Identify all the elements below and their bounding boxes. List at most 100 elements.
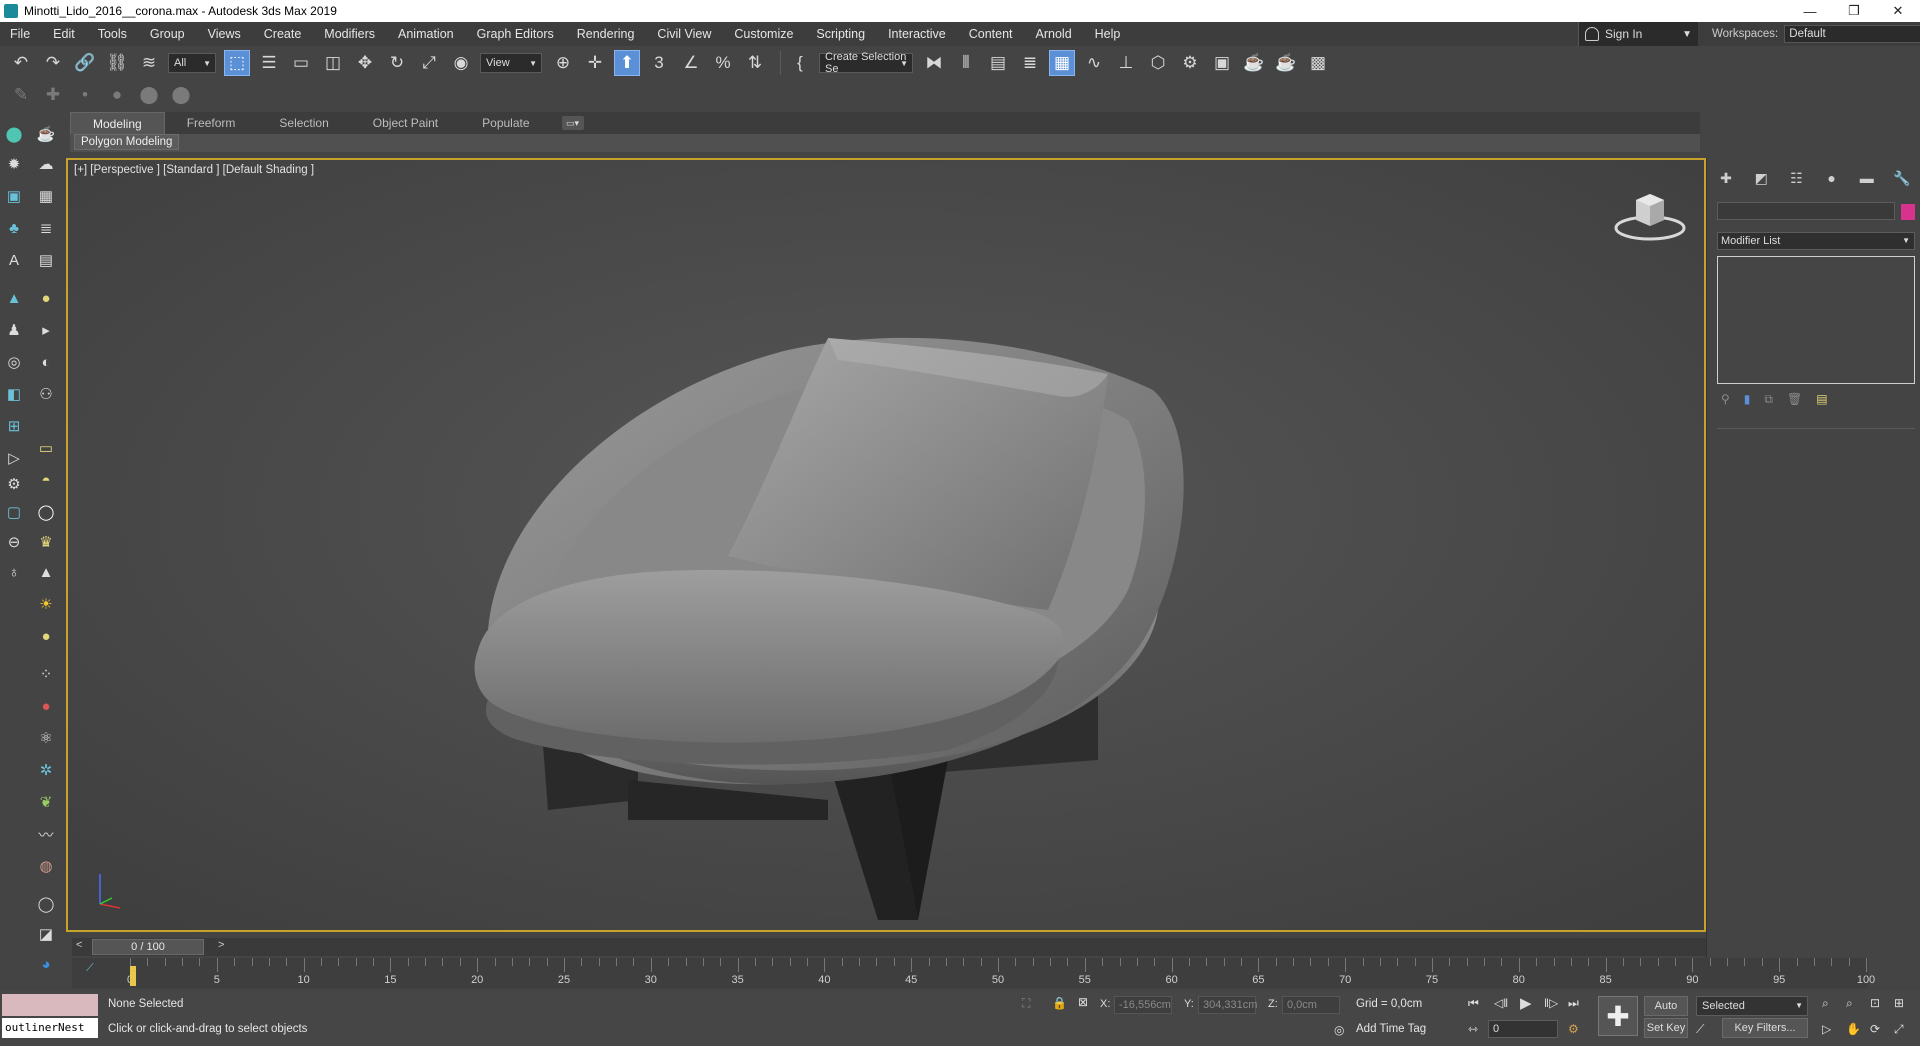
dome-icon[interactable]: ◓	[34, 468, 58, 492]
sphere-light-icon[interactable]: ◯	[34, 500, 58, 524]
menu-modifiers[interactable]: Modifiers	[314, 27, 388, 41]
sign-in-button[interactable]: Sign In ▼	[1578, 22, 1698, 46]
object-color-swatch[interactable]	[1901, 204, 1915, 220]
add-time-tag[interactable]: Add Time Tag	[1356, 1023, 1426, 1035]
current-frame-marker[interactable]	[130, 966, 136, 986]
menu-rendering[interactable]: Rendering	[567, 27, 648, 41]
key-filters-button[interactable]: Key Filters...	[1722, 1018, 1808, 1038]
list-icon[interactable]: ≣	[34, 216, 58, 240]
select-manipulate-icon[interactable]: ✛	[582, 50, 608, 76]
disc-icon[interactable]: ⊖	[2, 530, 26, 554]
menu-scripting[interactable]: Scripting	[806, 27, 878, 41]
viewcube-icon[interactable]	[1610, 186, 1690, 246]
menu-tools[interactable]: Tools	[88, 27, 140, 41]
key-mode-icon[interactable]: ⇿	[1468, 1022, 1478, 1036]
bind-spacewarp-icon[interactable]: ≋	[136, 50, 162, 76]
hair-icon[interactable]: 〰	[34, 822, 58, 846]
menu-interactive[interactable]: Interactive	[878, 27, 959, 41]
pin-stack-icon[interactable]: ⚲	[1721, 392, 1730, 410]
minimize-button[interactable]: —	[1788, 0, 1832, 22]
time-slider-next[interactable]: >	[218, 939, 224, 951]
rotate-icon[interactable]: ↻	[384, 50, 410, 76]
utilities-tab-icon[interactable]: 🔧	[1891, 168, 1913, 188]
reference-coord-dropdown[interactable]: View ▼	[480, 53, 542, 73]
select-object-icon[interactable]: ⬚	[224, 50, 250, 76]
camera-rig-icon[interactable]: ⚙	[2, 472, 26, 496]
paint-select-icon[interactable]: ✎	[8, 82, 34, 108]
globe-icon[interactable]: ◕	[34, 952, 58, 976]
rendered-frame-window-icon[interactable]: ▣	[1209, 50, 1235, 76]
dot-medium-icon[interactable]: ●	[104, 82, 130, 108]
schematic-view-icon[interactable]: ⊥	[1113, 50, 1139, 76]
default-tangents-icon[interactable]: ⟋	[1696, 1022, 1704, 1037]
make-unique-icon[interactable]: ⧉	[1764, 392, 1773, 410]
isolate-selection-icon[interactable]: ⛶	[1022, 996, 1030, 1011]
edit-named-selection-icon[interactable]: {	[787, 50, 813, 76]
dot-small-icon[interactable]: •	[72, 82, 98, 108]
x-coordinate[interactable]: -16,556cm	[1114, 996, 1172, 1014]
particles-icon[interactable]: ●	[34, 694, 58, 718]
time-slider-thumb[interactable]: 0 / 100	[92, 939, 204, 955]
create-geometry-icon[interactable]: ⬤	[2, 122, 26, 146]
time-configuration-icon[interactable]: ⚙	[1568, 1022, 1579, 1036]
set-key-button[interactable]: Set Key	[1644, 1018, 1688, 1038]
previous-frame-icon[interactable]: ◁‖	[1494, 996, 1508, 1010]
snaps-toggle-icon[interactable]: 3	[646, 50, 672, 76]
maximize-viewport-icon[interactable]: ⤢	[1894, 1022, 1904, 1037]
move-icon[interactable]: ✥	[352, 50, 378, 76]
lock-selection-icon[interactable]: 🔒	[1052, 996, 1067, 1010]
restore-button[interactable]: ❐	[1832, 0, 1876, 22]
close-button[interactable]: ✕	[1876, 0, 1920, 22]
maxscript-input[interactable]: outlinerNest	[2, 1018, 98, 1038]
modifier-stack[interactable]	[1717, 256, 1915, 384]
render-setup-icon[interactable]: ⚙	[1177, 50, 1203, 76]
dot-xlarge-icon[interactable]: ⬤	[168, 82, 194, 108]
pivot-center-icon[interactable]: ⊕	[550, 50, 576, 76]
render-production-icon[interactable]: ☕	[1241, 50, 1267, 76]
hierarchy-tab-icon[interactable]: ☷	[1785, 168, 1807, 188]
zoom-extents-all-icon[interactable]: ⊞	[1894, 996, 1904, 1010]
align-icon[interactable]: ⫴	[953, 50, 979, 76]
set-keys-icon[interactable]: ✚	[1598, 996, 1638, 1036]
tree-icon[interactable]: ♣	[2, 216, 26, 240]
film-icon[interactable]: ⚇	[34, 382, 58, 406]
molecule-icon[interactable]: ⚛	[34, 726, 58, 750]
sun-icon[interactable]: ☀	[34, 592, 58, 616]
camera-icon[interactable]: ▣	[2, 184, 26, 208]
auto-key-button[interactable]: Auto Key	[1644, 996, 1688, 1030]
toggle-scene-explorer-icon[interactable]: ▤	[985, 50, 1011, 76]
table-icon[interactable]: ▤	[34, 248, 58, 272]
play-icon[interactable]: ▶	[1520, 994, 1532, 1012]
light-bulb-icon[interactable]: ♁	[2, 560, 26, 584]
dot-large-icon[interactable]: ⬤	[136, 82, 162, 108]
next-frame-icon[interactable]: ‖▷	[1544, 996, 1558, 1010]
projector-icon[interactable]: ▸	[34, 318, 58, 342]
angle-snap-icon[interactable]: ∠	[678, 50, 704, 76]
placement-icon[interactable]: ◉	[448, 50, 474, 76]
menu-help[interactable]: Help	[1085, 27, 1134, 41]
spotlight-icon[interactable]: ▲	[34, 560, 58, 584]
menu-arnold[interactable]: Arnold	[1026, 27, 1085, 41]
tab-populate[interactable]: Populate	[460, 112, 551, 134]
zoom-icon[interactable]: ⌕	[1822, 996, 1829, 1011]
zoom-all-icon[interactable]: ⌕	[1846, 996, 1853, 1011]
menu-graph-editors[interactable]: Graph Editors	[467, 27, 567, 41]
render-frame-icon[interactable]: ▷	[2, 446, 26, 470]
workspaces-dropdown[interactable]: Default ▼	[1784, 25, 1920, 43]
z-coordinate[interactable]: 0,0cm	[1282, 996, 1340, 1014]
window-crossing-icon[interactable]: ◫	[320, 50, 346, 76]
configure-modifier-sets-icon[interactable]: ▤	[1816, 392, 1827, 410]
material-sphere-icon[interactable]: ◯	[34, 892, 58, 916]
curve-editor-mini-icon[interactable]: ⟋	[86, 962, 94, 975]
sun-light-icon[interactable]: ✹	[2, 152, 26, 176]
menu-group[interactable]: Group	[140, 27, 198, 41]
field-of-view-icon[interactable]: ▷	[1822, 1022, 1831, 1036]
sphere-icon[interactable]: ●	[34, 624, 58, 648]
spot-icon[interactable]: ♛	[34, 530, 58, 554]
show-end-result-icon[interactable]: ▮	[1744, 392, 1751, 410]
tab-object-paint[interactable]: Object Paint	[351, 112, 460, 134]
texture-ball-icon[interactable]: ◍	[34, 854, 58, 878]
modify-tab-icon[interactable]: ◩	[1750, 168, 1772, 188]
y-coordinate[interactable]: 304,331cm	[1198, 996, 1257, 1014]
figure-icon[interactable]: ♟	[2, 318, 26, 342]
